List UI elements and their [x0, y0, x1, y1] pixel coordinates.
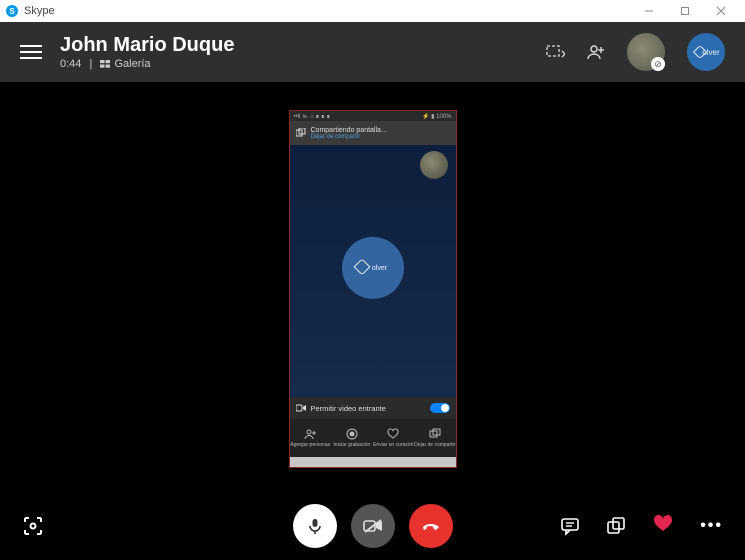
center-avatar-text: olver	[372, 264, 387, 271]
window-title: Skype	[24, 5, 55, 17]
hangup-icon	[420, 515, 442, 537]
remote-avatar[interactable]: ⊘	[627, 33, 665, 71]
stop-sharing-link[interactable]: Dejar de compartir	[311, 134, 388, 140]
skype-logo-icon: S	[6, 5, 18, 17]
menu-button[interactable]	[20, 45, 42, 59]
permit-label: Permitir video entrante	[311, 404, 386, 413]
video-icon	[296, 404, 306, 412]
call-stage: ••ll ℡ ⌂ ∎ ∎ ∎ ⚡ ▮ 100% Compartiendo pan…	[0, 82, 745, 560]
share-screen-button[interactable]	[606, 516, 626, 536]
shared-phone-navbar	[290, 457, 456, 467]
shared-action-label: Dejar de compartir	[414, 442, 455, 448]
shared-action-label: Iniciar grabación	[333, 442, 370, 448]
heart-reaction-button[interactable]	[652, 512, 674, 540]
separator: |	[89, 58, 92, 70]
shared-action-record[interactable]: Iniciar grabación	[331, 419, 373, 457]
pip-avatar	[420, 151, 448, 179]
shared-action-stop-share[interactable]: Dejar de compartir	[414, 419, 456, 457]
crop-icon[interactable]	[545, 44, 565, 60]
permit-toggle[interactable]	[430, 403, 450, 413]
call-bottombar: •••	[0, 492, 745, 560]
sharing-banner-title: Compartiendo pantalla…	[311, 127, 388, 134]
microphone-icon	[306, 517, 324, 535]
window-titlebar: S Skype	[0, 0, 745, 22]
statusbar-left: ••ll ℡ ⌂ ∎ ∎ ∎	[294, 113, 331, 120]
shared-action-label: Enviar un corazón	[373, 442, 413, 448]
chat-button[interactable]	[560, 516, 580, 536]
center-avatar: olver	[342, 237, 404, 299]
microphone-button[interactable]	[293, 504, 337, 548]
call-header: John Mario Duque 0:44 | Galería ⊘ olver	[0, 22, 745, 82]
self-avatar[interactable]: olver	[687, 33, 725, 71]
center-call-controls	[293, 504, 453, 548]
heart-icon	[652, 512, 674, 534]
gallery-view-button[interactable]	[22, 515, 44, 537]
gallery-label[interactable]: Galería	[114, 58, 150, 70]
shared-phone-body: olver	[290, 145, 456, 397]
window-close-button[interactable]	[703, 0, 739, 22]
shared-phone-statusbar: ••ll ℡ ⌂ ∎ ∎ ∎ ⚡ ▮ 100%	[290, 111, 456, 121]
screen-share-panel: ••ll ℡ ⌂ ∎ ∎ ∎ ⚡ ▮ 100% Compartiendo pan…	[289, 110, 457, 468]
camera-off-icon	[363, 518, 383, 534]
statusbar-right: ⚡ ▮ 100%	[422, 113, 451, 120]
end-call-button[interactable]	[409, 504, 453, 548]
sharing-banner: Compartiendo pantalla… Dejar de comparti…	[290, 121, 456, 145]
window-minimize-button[interactable]	[631, 0, 667, 22]
permit-row: Permitir video entrante	[290, 397, 456, 419]
window-maximize-button[interactable]	[667, 0, 703, 22]
call-duration: 0:44	[60, 58, 81, 70]
shared-action-heart[interactable]: Enviar un corazón	[373, 419, 415, 457]
more-options-button[interactable]: •••	[700, 517, 723, 535]
shared-action-label: Agregar personas	[290, 442, 330, 448]
title-block: John Mario Duque 0:44 | Galería	[60, 34, 234, 70]
shared-phone-actions: Agregar personas Iniciar grabación Envia…	[290, 419, 456, 457]
shared-action-add-people[interactable]: Agregar personas	[290, 419, 332, 457]
bottom-right-controls: •••	[560, 512, 723, 540]
presence-badge-icon: ⊘	[651, 57, 665, 71]
add-person-icon[interactable]	[587, 43, 605, 61]
camera-button[interactable]	[351, 504, 395, 548]
gallery-icon	[100, 60, 111, 68]
call-subline: 0:44 | Galería	[60, 58, 234, 70]
contact-name: John Mario Duque	[60, 34, 234, 56]
screens-icon	[296, 128, 306, 138]
